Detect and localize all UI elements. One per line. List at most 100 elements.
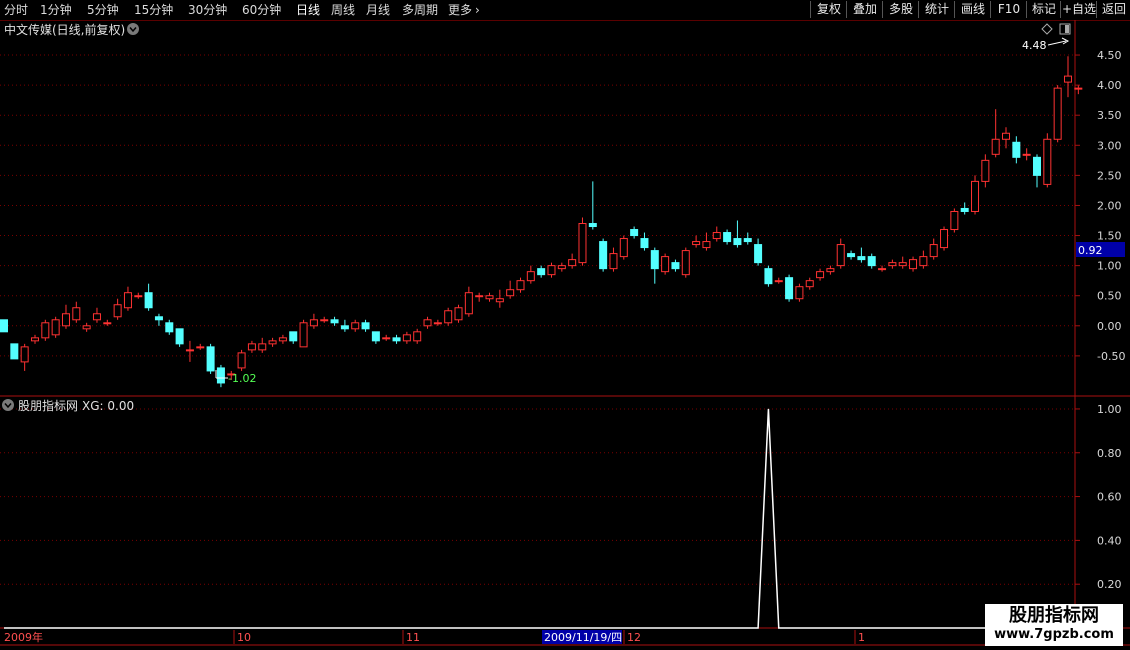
candle[interactable] — [692, 235, 701, 248]
candle[interactable] — [630, 226, 639, 239]
candle[interactable] — [258, 337, 267, 353]
period-tab-30min[interactable]: 30分钟 — [188, 2, 227, 18]
candle[interactable] — [392, 334, 401, 344]
candle[interactable] — [960, 202, 969, 215]
fuquan-button[interactable]: 复权 — [810, 1, 847, 18]
candle[interactable] — [516, 277, 525, 293]
period-tab-more[interactable]: 更多 — [448, 2, 472, 18]
candle[interactable] — [1053, 85, 1062, 143]
candle[interactable] — [857, 247, 866, 263]
candle[interactable] — [289, 331, 298, 344]
candle[interactable] — [1074, 85, 1083, 95]
candle[interactable] — [113, 298, 122, 320]
period-tab-15min[interactable]: 15分钟 — [134, 2, 173, 18]
candle[interactable] — [237, 349, 246, 371]
candle[interactable] — [640, 232, 649, 251]
candle[interactable] — [588, 181, 597, 230]
candle[interactable] — [816, 268, 825, 281]
mark-button[interactable]: 标记 — [1026, 1, 1061, 18]
candle[interactable] — [940, 226, 949, 251]
candle[interactable] — [1022, 148, 1031, 161]
candle[interactable] — [10, 343, 19, 360]
candle[interactable] — [485, 292, 494, 302]
candle[interactable] — [206, 343, 215, 374]
candle[interactable] — [154, 313, 163, 326]
candle[interactable] — [506, 280, 515, 299]
candle[interactable] — [402, 331, 411, 344]
candle[interactable] — [309, 313, 318, 329]
candle[interactable] — [743, 232, 752, 245]
candle[interactable] — [578, 217, 587, 266]
candle[interactable] — [299, 319, 308, 348]
candle[interactable] — [82, 322, 91, 332]
candle[interactable] — [537, 265, 546, 278]
multi-stock-button[interactable]: 多股 — [882, 1, 919, 18]
candle[interactable] — [733, 220, 742, 248]
candle[interactable] — [20, 343, 29, 371]
candle[interactable] — [216, 364, 225, 388]
candle[interactable] — [361, 319, 370, 332]
chevron-right-icon[interactable]: › — [475, 2, 480, 18]
candle[interactable] — [712, 226, 721, 242]
candle[interactable] — [909, 256, 918, 272]
candle[interactable] — [165, 319, 174, 335]
candle[interactable] — [30, 334, 39, 344]
candle[interactable] — [754, 238, 763, 266]
candle[interactable] — [805, 277, 814, 290]
candle[interactable] — [609, 247, 618, 272]
candle[interactable] — [175, 328, 184, 347]
candle[interactable] — [423, 316, 432, 329]
candle[interactable] — [971, 175, 980, 215]
candle[interactable] — [247, 340, 256, 353]
candle[interactable] — [681, 247, 690, 278]
candle[interactable] — [619, 235, 628, 260]
candle[interactable] — [981, 154, 990, 188]
candle[interactable] — [1012, 136, 1021, 164]
candle[interactable] — [557, 262, 566, 272]
period-tab-daily[interactable]: 日线 — [296, 2, 320, 18]
candle[interactable] — [123, 286, 132, 311]
candle[interactable] — [92, 307, 101, 323]
candle[interactable] — [41, 319, 50, 341]
candle[interactable] — [785, 274, 794, 302]
candle[interactable] — [444, 307, 453, 326]
candle[interactable] — [320, 316, 329, 323]
candle[interactable] — [278, 334, 287, 344]
candle[interactable] — [1063, 56, 1072, 98]
candle[interactable] — [650, 247, 659, 284]
chevron-down-icon[interactable] — [2, 399, 14, 411]
period-tab-60min[interactable]: 60分钟 — [242, 2, 281, 18]
chart-area[interactable]: 4.50 4.00 3.50 3.00 2.50 2.00 1.50 1.00 0.50 0.00… — [0, 20, 1130, 650]
back-button[interactable]: 返回 — [1096, 1, 1130, 18]
candle[interactable] — [51, 316, 60, 338]
candle[interactable] — [433, 319, 442, 326]
candle[interactable] — [1033, 154, 1041, 188]
candle[interactable] — [898, 256, 907, 269]
candle[interactable] — [1043, 133, 1052, 188]
candle[interactable] — [919, 250, 928, 269]
chevron-down-icon[interactable] — [127, 23, 139, 35]
overlay-button[interactable]: 叠加 — [846, 1, 883, 18]
candle[interactable] — [464, 286, 473, 317]
period-tab-weekly[interactable]: 周线 — [331, 2, 355, 18]
candle[interactable] — [475, 292, 484, 302]
period-tab-monthly[interactable]: 月线 — [366, 2, 390, 18]
panel-toggle-icon[interactable] — [1059, 23, 1071, 35]
candle[interactable] — [950, 208, 959, 233]
add-watchlist-button[interactable]: +自选 — [1060, 1, 1097, 18]
candle[interactable] — [878, 265, 887, 272]
candle[interactable] — [723, 229, 732, 245]
candle[interactable] — [836, 238, 845, 269]
candle[interactable] — [340, 319, 349, 332]
candle[interactable] — [661, 253, 670, 275]
candle[interactable] — [413, 328, 422, 344]
period-tab-multi[interactable]: 多周期 — [402, 2, 438, 18]
diamond-icon[interactable] — [1041, 23, 1053, 35]
candle[interactable] — [61, 304, 70, 329]
period-tab-1min[interactable]: 1分钟 — [40, 2, 72, 18]
candle[interactable] — [196, 343, 205, 350]
period-tab-5min[interactable]: 5分钟 — [87, 2, 119, 18]
candle[interactable] — [351, 319, 360, 332]
candle[interactable] — [826, 265, 835, 275]
candle[interactable] — [330, 316, 339, 326]
